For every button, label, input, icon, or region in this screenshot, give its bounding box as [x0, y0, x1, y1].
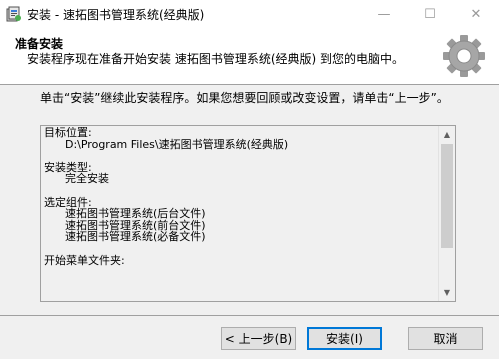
- install-button[interactable]: 安装(I): [307, 327, 382, 350]
- scrollbar-thumb[interactable]: [441, 144, 453, 248]
- settings-summary-text: 目标位置: D:\Program Files\速拓图书管理系统(经典版) 安装类…: [44, 127, 289, 267]
- window-title: 安装 - 速拓图书管理系统(经典版): [27, 8, 205, 22]
- vertical-scrollbar[interactable]: ▲ ▼: [438, 126, 455, 301]
- minimize-button[interactable]: —: [361, 0, 407, 28]
- scroll-down-icon[interactable]: ▼: [439, 284, 455, 301]
- page-description: 安装程序现在准备开始安装 速拓图书管理系统(经典版) 到您的电脑中。: [27, 52, 404, 66]
- cancel-button[interactable]: 取消: [408, 327, 483, 350]
- close-button[interactable]: ✕: [453, 0, 499, 28]
- install-instruction: 单击“安装”继续此安装程序。如果您想要回顾或改变设置，请单击“上一步”。: [40, 91, 449, 105]
- back-button[interactable]: < 上一步(B): [221, 327, 296, 350]
- settings-summary-box[interactable]: 目标位置: D:\Program Files\速拓图书管理系统(经典版) 安装类…: [40, 125, 456, 302]
- installer-app-icon: [6, 6, 21, 22]
- gear-icon: [443, 35, 485, 77]
- button-divider: [0, 315, 499, 316]
- title-bar[interactable]: 安装 - 速拓图书管理系统(经典版) — ☐ ✕: [0, 0, 499, 28]
- maximize-button[interactable]: ☐: [407, 0, 453, 28]
- scroll-up-icon[interactable]: ▲: [439, 126, 455, 143]
- wizard-header: 准备安装 安装程序现在准备开始安装 速拓图书管理系统(经典版) 到您的电脑中。: [0, 28, 499, 85]
